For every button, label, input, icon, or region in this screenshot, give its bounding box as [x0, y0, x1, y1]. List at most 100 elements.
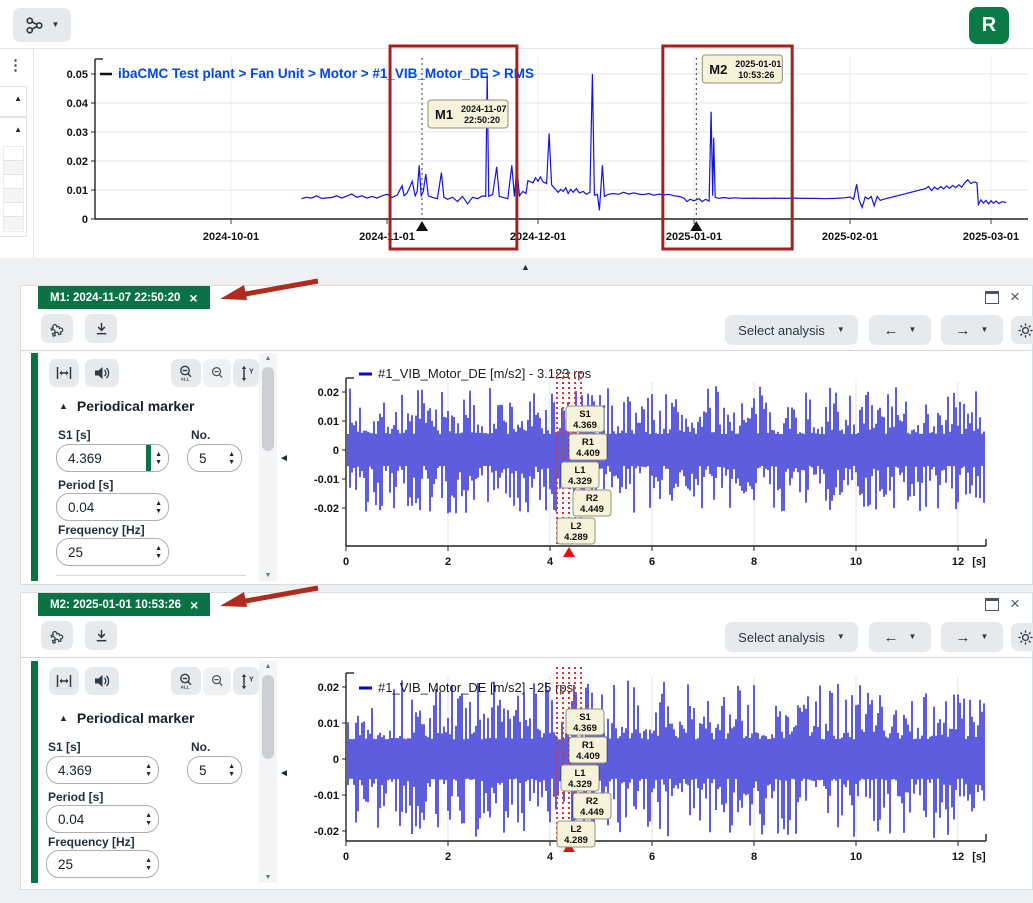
next-marker-button[interactable]: → ▼ — [941, 315, 1003, 345]
collapse-sidebar-icon[interactable]: ◄ — [279, 769, 289, 779]
step-down-icon: ▼ — [155, 553, 162, 560]
audio-play-button[interactable] — [85, 667, 119, 695]
period-input[interactable]: ▲▼ — [56, 493, 169, 521]
period-value[interactable] — [57, 494, 151, 520]
marker-value-flag[interactable]: L24.289 — [557, 518, 595, 544]
marker-value-flag[interactable]: L14.329 — [561, 765, 599, 791]
settings-button[interactable] — [1011, 623, 1033, 651]
period-stepper[interactable]: ▲▼ — [141, 806, 158, 832]
period-input[interactable]: ▲▼ — [46, 805, 159, 833]
s1-stepper[interactable]: ▲▼ — [141, 757, 158, 783]
scroll-up-icon: ▲ — [265, 355, 272, 362]
share-split-button[interactable]: ▼ — [13, 8, 71, 42]
no-input[interactable]: ▲▼ — [187, 756, 242, 784]
maximize-icon[interactable] — [985, 291, 999, 304]
settings-button[interactable] — [1011, 316, 1033, 344]
close-icon[interactable]: × — [190, 598, 198, 612]
s1-value[interactable] — [57, 445, 146, 471]
svg-text:4.289: 4.289 — [564, 835, 588, 846]
marker-value-flag[interactable]: L24.289 — [557, 821, 595, 847]
marker-value-flag[interactable]: L14.329 — [561, 462, 599, 488]
close-icon[interactable]: × — [189, 291, 197, 305]
download-button[interactable] — [85, 621, 117, 650]
fit-width-icon — [56, 366, 72, 380]
marker-value-flag[interactable]: S14.369 — [566, 709, 604, 735]
prev-marker-button[interactable]: ← ▼ — [869, 315, 931, 345]
marker-value-flag[interactable]: S14.369 — [566, 406, 604, 432]
fit-width-button[interactable] — [49, 667, 79, 695]
zoom-out-button[interactable] — [203, 667, 231, 695]
marker-value-flag[interactable]: R14.409 — [569, 434, 607, 460]
user-badge[interactable]: R — [969, 7, 1009, 44]
no-stepper[interactable]: ▲▼ — [224, 445, 241, 471]
frequency-value[interactable] — [57, 539, 151, 565]
scrollbar-thumb[interactable] — [262, 367, 274, 451]
no-input[interactable]: ▲▼ — [187, 444, 242, 472]
zoom-all-button[interactable]: ALL — [171, 359, 201, 387]
download-button[interactable] — [85, 314, 117, 343]
collapse-sidebar-icon[interactable]: ◄ — [279, 454, 289, 464]
next-marker-button[interactable]: → ▼ — [941, 622, 1003, 652]
rms-trend-chart[interactable]: 0.050.040.030.020.0102024-10-012024-11-0… — [60, 44, 1033, 262]
scale-y-button[interactable]: Y — [233, 359, 259, 387]
marker-value-flag[interactable]: R14.409 — [569, 737, 607, 763]
close-icon[interactable]: × — [1010, 288, 1020, 305]
close-icon[interactable]: × — [1010, 595, 1020, 612]
scroll-down-icon: ▼ — [265, 572, 272, 579]
scale-y-button[interactable]: Y — [233, 667, 259, 695]
zoom-out-button[interactable] — [203, 359, 231, 387]
frequency-value[interactable] — [47, 851, 141, 877]
svg-text:R2: R2 — [586, 493, 598, 504]
frequency-input[interactable]: ▲▼ — [56, 538, 169, 566]
marker-triangle[interactable] — [690, 221, 702, 231]
periodical-marker-section[interactable]: ▲ Periodical marker — [59, 398, 194, 414]
fit-width-button[interactable] — [49, 359, 79, 387]
marker-flag-M2[interactable]: M22025-01-0110:53:26 — [702, 55, 782, 83]
periodical-marker-section[interactable]: ▲ Periodical marker — [59, 710, 194, 726]
analysis-puzzle-button[interactable] — [41, 621, 73, 650]
rail-mini-list[interactable] — [3, 146, 24, 232]
marker-triangle[interactable] — [416, 221, 428, 231]
scrollbar-thumb[interactable] — [262, 675, 274, 759]
frequency-stepper[interactable]: ▲▼ — [151, 539, 168, 565]
splitter-up-icon[interactable]: ▲ — [521, 263, 530, 272]
zoom-all-button[interactable]: ALL — [171, 667, 201, 695]
svg-text:2025-01-01: 2025-01-01 — [735, 59, 781, 69]
period-value[interactable] — [47, 806, 141, 832]
sidebar-scrollbar[interactable]: ▲ ▼ — [259, 353, 277, 581]
analysis-puzzle-button[interactable] — [41, 314, 73, 343]
audio-play-button[interactable] — [85, 359, 119, 387]
marker-value-flag[interactable]: R24.449 — [573, 793, 611, 819]
frequency-input[interactable]: ▲▼ — [46, 850, 159, 878]
svg-text:ALL: ALL — [181, 685, 190, 690]
sidebar-scrollbar[interactable]: ▲ ▼ — [259, 661, 277, 883]
select-analysis-dropdown[interactable]: Select analysis ▼ — [725, 315, 858, 345]
s1-value[interactable] — [47, 757, 141, 783]
collapse-up-icon[interactable]: ▲ — [14, 126, 22, 134]
marker-panel-m1: M1: 2024-11-07 22:50:20 × × Select analy… — [20, 285, 1033, 585]
no-value[interactable] — [188, 757, 224, 783]
s1-input[interactable]: ▲▼ — [56, 444, 169, 472]
s1-stepper[interactable]: ▲▼ — [151, 445, 168, 471]
no-value[interactable] — [188, 445, 224, 471]
waveform-chart-m2[interactable]: 0.020.010-0.01-0.02024681012[s]#1_VIB_Mo… — [301, 663, 1033, 885]
panel-tab-m1[interactable]: M1: 2024-11-07 22:50:20 × — [38, 286, 210, 309]
maximize-icon[interactable] — [985, 598, 999, 611]
kebab-menu-icon[interactable]: ⋮ — [8, 56, 23, 74]
prev-marker-button[interactable]: ← ▼ — [869, 622, 931, 652]
select-analysis-dropdown[interactable]: Select analysis ▼ — [725, 622, 858, 652]
marker-color-bar — [31, 661, 38, 883]
frequency-stepper[interactable]: ▲▼ — [141, 851, 158, 877]
marker-value-flag[interactable]: R24.449 — [573, 490, 611, 516]
s1-input[interactable]: ▲▼ — [46, 756, 159, 784]
period-stepper[interactable]: ▲▼ — [151, 494, 168, 520]
marker-flag-M1[interactable]: M12024-11-0722:50:20 — [428, 100, 508, 128]
marker-triangle[interactable] — [563, 547, 575, 557]
step-down-icon: ▼ — [145, 771, 152, 778]
svg-text:2024-11-01: 2024-11-01 — [359, 231, 415, 243]
no-stepper[interactable]: ▲▼ — [224, 757, 241, 783]
svg-text:0.01: 0.01 — [67, 185, 88, 197]
collapse-up-icon[interactable]: ▲ — [14, 95, 22, 103]
waveform-chart-m1[interactable]: 0.020.010-0.01-0.02024681012[s]#1_VIB_Mo… — [301, 353, 1033, 583]
panel-tab-m2[interactable]: M2: 2025-01-01 10:53:26 × — [38, 593, 210, 616]
